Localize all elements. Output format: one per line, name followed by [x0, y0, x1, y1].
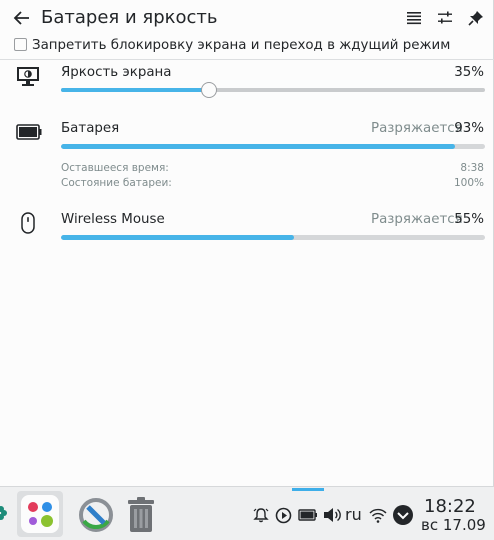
volume-icon[interactable]: [323, 507, 341, 523]
battery-health: Состояние батареи: 100%: [61, 176, 484, 190]
monitor-brightness-icon: [17, 67, 39, 86]
arrow-left-icon[interactable]: [12, 8, 32, 28]
mouse-battery-bar: [61, 235, 485, 240]
battery-brightness-popup: Батарея и яркость Запретить блокировку э…: [0, 0, 494, 487]
brightness-percent: 35%: [454, 65, 484, 80]
mouse-icon: [21, 212, 35, 234]
keyboard-layout-indicator[interactable]: ru: [345, 506, 362, 524]
trash-icon[interactable]: [125, 497, 157, 533]
detail-value: 100%: [453, 177, 484, 189]
cisco-anyconnect-icon[interactable]: [78, 497, 114, 533]
clock-date[interactable]: вс 17.09: [421, 516, 486, 534]
brightness-slider[interactable]: [61, 88, 485, 92]
detail-value: 8:38: [460, 162, 484, 174]
battery-percent: 93%: [454, 121, 484, 136]
hamburger-menu-icon[interactable]: [405, 9, 423, 27]
taskbar-app-active-bg[interactable]: [17, 491, 63, 537]
system-tray-expand-icon[interactable]: [391, 503, 415, 527]
detail-label: Состояние батареи:: [61, 177, 172, 189]
battery-level-bar: [61, 144, 485, 149]
mouse-battery-fill: [61, 235, 295, 240]
battery-icon: [16, 124, 42, 140]
battery-level-fill: [61, 144, 456, 149]
page-title: Батарея и яркость: [41, 7, 218, 28]
media-play-icon[interactable]: [275, 507, 292, 524]
sliders-icon[interactable]: [436, 9, 454, 27]
brightness-slider-handle[interactable]: [201, 82, 218, 98]
separator: [0, 59, 494, 60]
app-launcher-icon[interactable]: [0, 504, 8, 526]
mouse-status: Разряжается: [371, 212, 463, 227]
tray-battery-icon[interactable]: [298, 509, 318, 521]
popup-header: Батарея и яркость: [0, 0, 494, 34]
brightness-slider-fill: [61, 88, 210, 92]
app-grid-icon: [28, 502, 53, 527]
alarm-bell-icon[interactable]: [253, 507, 269, 523]
detail-label: Оставшееся время:: [61, 162, 169, 174]
pin-icon[interactable]: [467, 9, 485, 27]
mouse-label: Wireless Mouse: [61, 212, 165, 227]
taskbar: ru 18:22 вс 17.09: [0, 487, 494, 540]
clock-time[interactable]: 18:22: [424, 497, 476, 517]
active-applet-indicator: [292, 488, 324, 491]
brightness-label: Яркость экрана: [61, 65, 172, 80]
wifi-icon[interactable]: [369, 507, 387, 523]
battery-status: Разряжается: [371, 121, 463, 136]
battery-remaining-time: Оставшееся время: 8:38: [61, 161, 484, 175]
inhibit-sleep-label: Запретить блокировку экрана и переход в …: [32, 38, 451, 53]
mouse-percent: 55%: [454, 212, 484, 227]
battery-label: Батарея: [61, 121, 120, 136]
inhibit-sleep-checkbox[interactable]: [14, 38, 27, 51]
